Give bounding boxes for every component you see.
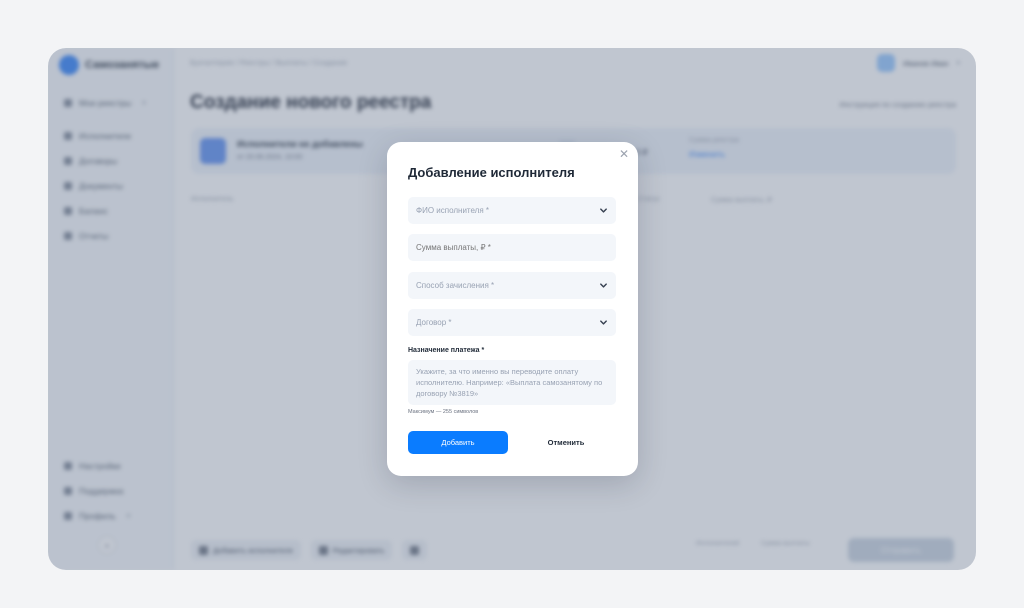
- char-limit-hint: Максимум — 255 символов: [408, 409, 479, 415]
- contract-select-placeholder: Договор *: [416, 318, 452, 327]
- executor-select-placeholder: ФИО исполнителя *: [416, 206, 489, 215]
- contract-select[interactable]: Договор *: [408, 309, 616, 336]
- executor-select[interactable]: ФИО исполнителя *: [408, 197, 616, 224]
- payment-purpose-label: Назначение платежа *: [408, 347, 485, 354]
- close-icon[interactable]: ✕: [619, 148, 629, 160]
- chevron-down-icon: [599, 318, 608, 327]
- chevron-down-icon: [599, 206, 608, 215]
- modal-title: Добавление исполнителя: [408, 165, 575, 180]
- payment-method-select[interactable]: Способ зачисления *: [408, 272, 616, 299]
- payment-method-placeholder: Способ зачисления *: [416, 281, 495, 290]
- add-button[interactable]: Добавить: [408, 431, 508, 454]
- payment-purpose-placeholder: Укажите, за что именно вы переводите опл…: [416, 367, 603, 398]
- cancel-button[interactable]: Отменить: [516, 431, 616, 454]
- amount-input[interactable]: [408, 234, 616, 261]
- chevron-down-icon: [599, 281, 608, 290]
- payment-purpose-textarea[interactable]: Укажите, за что именно вы переводите опл…: [408, 360, 616, 405]
- add-executor-modal: ✕ Добавление исполнителя ФИО исполнителя…: [387, 142, 638, 476]
